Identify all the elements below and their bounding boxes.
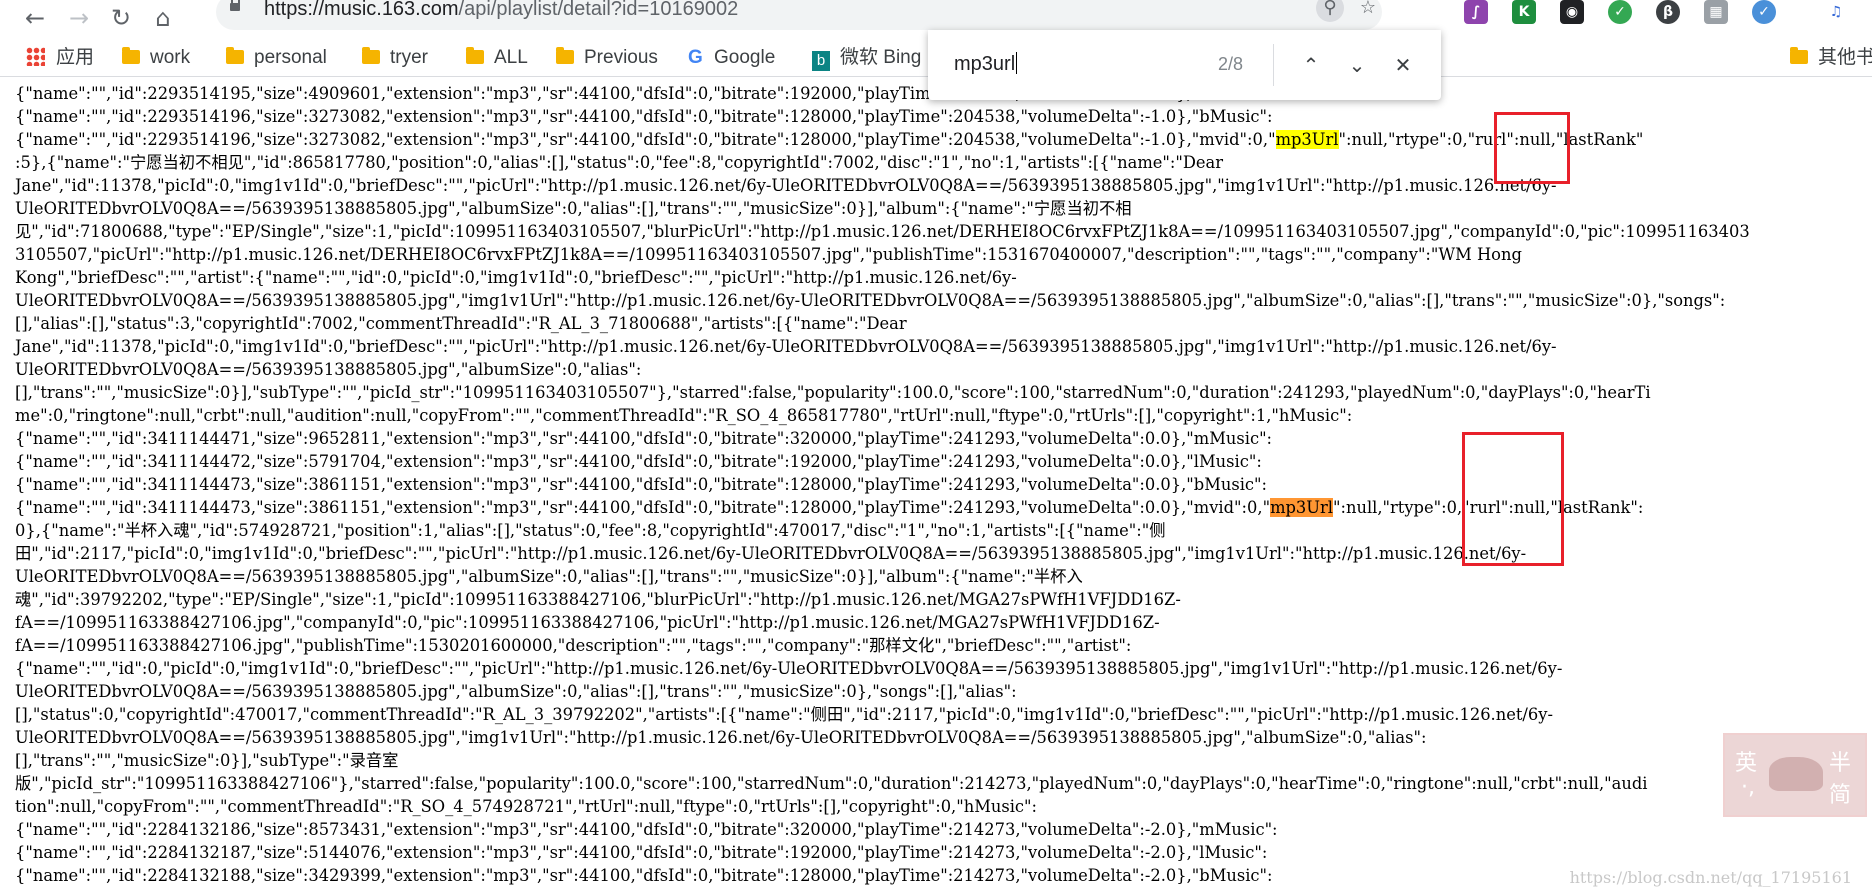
folder-icon: [122, 47, 140, 64]
folder-icon: [466, 47, 484, 64]
bookmark-personal[interactable]: personal: [226, 40, 327, 76]
find-in-page-icon[interactable]: ⚲: [1316, 0, 1344, 22]
bookmark-label: work: [150, 47, 191, 68]
watermark-char: 半: [1828, 751, 1851, 776]
blog-watermark-url: https://blog.csdn.net/qq_17195161: [1569, 868, 1852, 887]
back-arrow-icon[interactable]: ←: [18, 2, 52, 34]
bookmark-other[interactable]: 其他书: [1790, 40, 1872, 76]
bookmark-google[interactable]: G Google: [688, 40, 775, 76]
bing-icon: b: [812, 51, 830, 71]
bookmark-label: 微软 Bing: [840, 47, 922, 68]
folder-icon: [1790, 47, 1808, 64]
profile-icon[interactable]: ♫: [1824, 0, 1848, 24]
reload-icon[interactable]: ↻: [104, 2, 138, 34]
extension-icon-1[interactable]: ∫: [1464, 0, 1488, 24]
bookmark-star-icon[interactable]: ☆: [1354, 0, 1382, 22]
close-icon: ✕: [1394, 53, 1412, 77]
annotation-box-1: [1494, 112, 1570, 184]
bookmark-bing[interactable]: b 微软 Bing: [812, 40, 921, 76]
text-caret: [1016, 52, 1018, 74]
current-match-highlight: mp3Url: [1270, 498, 1333, 517]
bookmark-label: tryer: [390, 47, 428, 68]
shield-extension-icon[interactable]: ✓: [1608, 0, 1632, 24]
find-query: mp3url: [954, 53, 1016, 75]
url-path: /api/playlist/detail?id=10169002: [458, 0, 739, 20]
bookmark-label: 应用: [56, 47, 95, 68]
find-divider: [1273, 44, 1274, 86]
close-find-button[interactable]: ✕: [1386, 48, 1420, 82]
find-input[interactable]: mp3url: [954, 52, 1018, 76]
bookmark-tryer[interactable]: tryer: [362, 40, 428, 76]
folder-icon: [362, 47, 380, 64]
bookmark-label: 其他书: [1818, 47, 1872, 68]
lock-icon: [230, 0, 240, 11]
previous-match-button[interactable]: ⌃: [1294, 48, 1328, 82]
next-match-button[interactable]: ⌄: [1340, 48, 1374, 82]
bear-logo-icon: [1769, 757, 1823, 791]
find-bar: mp3url 2/8 ⌃ ⌄ ✕: [928, 30, 1441, 100]
extension-icon-5[interactable]: β: [1656, 0, 1680, 24]
watermark-badge: 英 半 简 ·,: [1723, 733, 1867, 817]
watermark-char: ·,: [1741, 775, 1755, 800]
bookmark-label: ALL: [494, 47, 528, 68]
search-match-highlight: mp3Url: [1275, 130, 1339, 149]
bookmark-work[interactable]: work: [122, 40, 190, 76]
bookmark-all[interactable]: ALL: [466, 40, 528, 76]
extension-icon-3[interactable]: ◉: [1560, 0, 1584, 24]
bookmark-label: personal: [254, 47, 327, 68]
watermark-char: 简: [1828, 783, 1851, 808]
home-icon[interactable]: ⌂: [146, 2, 180, 34]
address-bar[interactable]: https://music.163.com/api/playlist/detai…: [216, 0, 1382, 30]
json-response-text: {"name":"","id":2293514195,"size":490960…: [0, 76, 1872, 887]
watermark-char: 英: [1735, 751, 1758, 776]
extension-icon-2[interactable]: K: [1512, 0, 1536, 24]
url-text: https://music.163.com/api/playlist/detai…: [264, 0, 738, 21]
find-match-count: 2/8: [1218, 54, 1244, 74]
annotation-box-2: [1462, 432, 1564, 566]
page-content: {"name":"","id":2293514195,"size":490960…: [0, 76, 1872, 893]
chevron-down-icon: ⌄: [1348, 53, 1366, 77]
bookmark-label: Previous: [584, 47, 658, 68]
url-host: https://music.163.com: [264, 0, 459, 20]
folder-icon: [226, 47, 244, 64]
google-icon: G: [688, 47, 703, 68]
extension-icon-7[interactable]: ✓: [1752, 0, 1776, 24]
apps-grid-icon: [26, 47, 45, 66]
chevron-up-icon: ⌃: [1302, 53, 1320, 77]
extension-icon-6[interactable]: ▦: [1704, 0, 1728, 24]
folder-icon: [556, 47, 574, 64]
bookmark-label: Google: [714, 47, 776, 68]
bookmark-previous[interactable]: Previous: [556, 40, 658, 76]
forward-arrow-icon[interactable]: →: [62, 2, 96, 34]
json-text-segment: ":null,"rtype":0,"rurl":null,"lastRank":…: [15, 498, 1648, 885]
bookmark-apps[interactable]: 应用: [26, 40, 94, 76]
